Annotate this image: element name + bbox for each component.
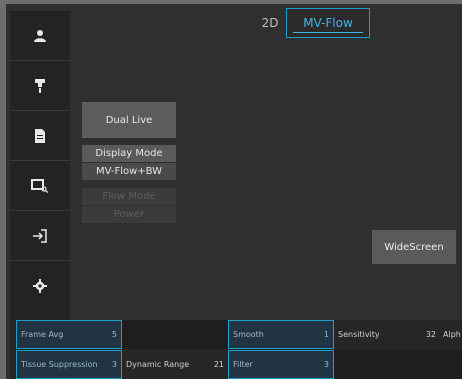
param-value: 1 [323, 330, 329, 339]
sidebar-probe-button[interactable] [10, 61, 70, 111]
param-label: Sensitivity [338, 330, 380, 339]
param-tissue-suppression[interactable]: Tissue Suppression 3 [16, 350, 122, 379]
sidebar-exit-button[interactable] [10, 211, 70, 261]
param-value: 5 [111, 330, 117, 339]
tab-active-underline [293, 32, 363, 33]
param-filter[interactable]: Filter 3 [228, 350, 334, 379]
display-mode-button[interactable]: Display Mode [82, 145, 176, 162]
param-empty-slot [334, 350, 462, 379]
sidebar-review-button[interactable] [10, 161, 70, 211]
param-dynamic-range[interactable]: Dynamic Range 21 [122, 350, 228, 379]
param-label: Tissue Suppression [21, 360, 98, 369]
param-label: Smooth [233, 330, 264, 339]
flow-mode-button[interactable]: Flow Mode [82, 188, 176, 205]
param-sensitivity[interactable]: Sensitivity 32 [334, 320, 440, 349]
probe-icon [35, 78, 45, 93]
tab-mv-flow-label: MV-Flow [303, 16, 353, 30]
display-mode-value[interactable]: MV-Flow+BW [82, 163, 176, 180]
power-button[interactable]: Power [82, 206, 176, 223]
param-value: 21 [213, 360, 224, 369]
param-label: Dynamic Range [126, 360, 190, 369]
param-frame-avg[interactable]: Frame Avg 5 [16, 320, 122, 349]
tab-mv-flow[interactable]: MV-Flow [286, 8, 370, 38]
sidebar-report-button[interactable] [10, 111, 70, 161]
tab-2d[interactable]: 2D [256, 8, 284, 38]
sidebar-settings-button[interactable] [10, 261, 70, 311]
param-smooth[interactable]: Smooth 1 [228, 320, 334, 349]
param-label: Alph [443, 330, 461, 339]
exit-icon [33, 228, 47, 243]
param-value: 32 [425, 330, 436, 339]
param-label: Frame Avg [21, 330, 64, 339]
image-search-icon [31, 178, 49, 193]
gear-icon [33, 279, 47, 293]
param-value: 3 [111, 360, 117, 369]
document-icon [35, 128, 45, 143]
param-label: Filter [233, 360, 253, 369]
dual-live-button[interactable]: Dual Live [82, 102, 176, 138]
widescreen-button[interactable]: WideScreen [372, 230, 456, 264]
user-icon [34, 29, 46, 42]
sidebar-user-button[interactable] [10, 11, 70, 61]
param-alpha[interactable]: Alph [440, 320, 462, 349]
param-value: 3 [323, 360, 329, 369]
left-sidebar [10, 11, 70, 320]
param-empty-slot [122, 320, 228, 349]
